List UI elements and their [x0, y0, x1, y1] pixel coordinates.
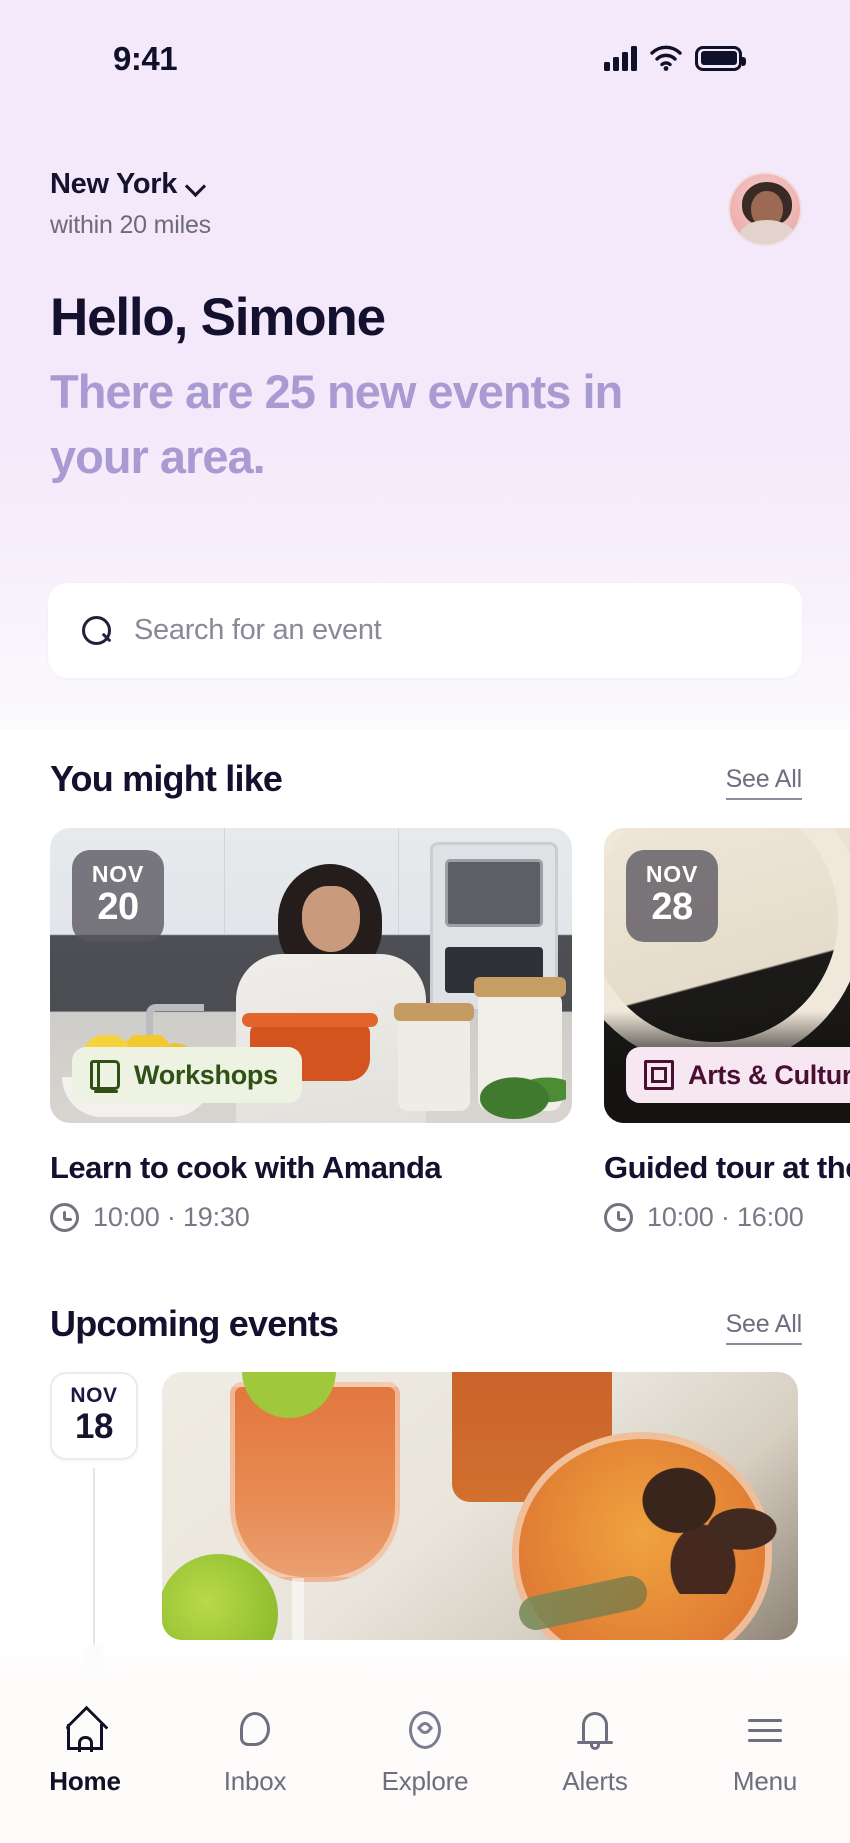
event-category-label: Workshops	[134, 1059, 278, 1090]
event-card[interactable]: NOV 28 Arts & Culture Guided tour at the…	[604, 828, 850, 1233]
event-category-label: Arts & Culture	[688, 1059, 850, 1090]
home-icon	[63, 1708, 107, 1752]
cellular-signal-icon	[604, 45, 637, 71]
see-all-link-upcoming[interactable]: See All	[725, 1310, 802, 1345]
event-date-badge: NOV 28	[626, 850, 718, 942]
greeting-title: Hello, Simone	[50, 288, 386, 347]
nav-item-inbox[interactable]: Inbox	[170, 1708, 340, 1797]
list-item[interactable]: NOV 18	[0, 1372, 850, 1708]
search-input[interactable]: Search for an event	[134, 614, 382, 647]
nav-label-explore: Explore	[381, 1766, 469, 1796]
recommended-carousel[interactable]: NOV 20 Workshops Learn to cook with Aman…	[0, 828, 850, 1248]
greeting-subtitle: There are 25 new events in your area.	[50, 365, 623, 484]
event-date-month: NOV	[91, 860, 145, 887]
event-date-day: 20	[97, 885, 139, 928]
upcoming-date-month: NOV	[70, 1383, 118, 1407]
event-card-time: 10:00 · 19:30	[93, 1202, 250, 1232]
status-bar: 9:41	[0, 0, 850, 105]
picture-frame-icon	[644, 1060, 674, 1090]
nav-label-inbox: Inbox	[223, 1766, 287, 1796]
book-icon	[90, 1060, 120, 1093]
greeting-block: Hello, Simone There are 25 new events in…	[50, 288, 750, 490]
status-icons	[604, 45, 746, 71]
nav-item-explore[interactable]: Explore	[340, 1708, 510, 1797]
chat-bubble-icon	[233, 1708, 277, 1752]
event-card-time-row: 10:00 · 19:30	[50, 1202, 572, 1233]
event-card-image-statue: NOV 28 Arts & Culture	[604, 828, 850, 1123]
app-screen: 9:41 New York within 20 miles Hello, Sim…	[0, 0, 850, 1843]
event-category-chip[interactable]: Workshops	[72, 1047, 302, 1103]
see-all-link-recommended[interactable]: See All	[725, 765, 802, 800]
upcoming-event-image-drinks	[162, 1372, 798, 1640]
event-category-chip[interactable]: Arts & Culture	[626, 1047, 850, 1103]
hamburger-menu-icon	[743, 1708, 787, 1752]
bell-icon	[573, 1708, 617, 1752]
location-selector[interactable]: New York within 20 miles	[50, 168, 211, 240]
nav-item-alerts[interactable]: Alerts	[510, 1708, 680, 1797]
nav-item-home[interactable]: Home	[0, 1708, 170, 1797]
page-title: You might like	[50, 758, 283, 799]
event-card-image-kitchen: NOV 20 Workshops	[50, 828, 572, 1123]
location-city-label: New York	[50, 168, 178, 200]
search-icon	[82, 615, 112, 646]
location-radius-label: within 20 miles	[50, 211, 211, 239]
section-header-upcoming-events: Upcoming events See All	[50, 1303, 802, 1345]
nav-item-menu[interactable]: Menu	[680, 1708, 850, 1797]
nav-label-home: Home	[49, 1766, 121, 1796]
search-bar[interactable]: Search for an event	[48, 583, 802, 678]
battery-icon	[695, 45, 746, 71]
bottom-nav: Home Inbox Explore Alerts Menu	[0, 1680, 850, 1843]
event-card-title: Learn to cook with Amanda	[50, 1150, 442, 1185]
chevron-down-icon[interactable]	[186, 179, 206, 191]
event-date-badge: NOV 20	[72, 850, 164, 942]
event-date-day: 28	[651, 885, 693, 928]
upcoming-date-day: 18	[75, 1406, 113, 1446]
clock-icon	[50, 1203, 79, 1232]
location-line[interactable]: New York	[50, 168, 211, 201]
recommended-cards-row: NOV 20 Workshops Learn to cook with Aman…	[50, 828, 850, 1233]
avatar[interactable]	[728, 172, 802, 246]
wifi-icon	[650, 45, 682, 71]
status-time: 9:41	[113, 40, 178, 77]
event-card-time: 10:00 · 16:00	[647, 1202, 804, 1232]
compass-icon	[403, 1708, 447, 1752]
event-card[interactable]: NOV 20 Workshops Learn to cook with Aman…	[50, 828, 572, 1233]
nav-label-menu: Menu	[732, 1766, 798, 1796]
event-date-month: NOV	[645, 860, 699, 887]
event-card-title: Guided tour at the	[604, 1150, 850, 1185]
nav-label-alerts: Alerts	[562, 1766, 628, 1796]
section-header-you-might-like: You might like See All	[50, 758, 802, 800]
event-card-time-row: 10:00 · 16:00	[604, 1202, 850, 1233]
upcoming-date-chip: NOV 18	[50, 1372, 138, 1460]
clock-icon	[604, 1203, 633, 1232]
avatar-body	[740, 220, 794, 244]
page-title: Upcoming events	[50, 1303, 339, 1344]
upcoming-events-list: NOV 18	[0, 1372, 850, 1708]
